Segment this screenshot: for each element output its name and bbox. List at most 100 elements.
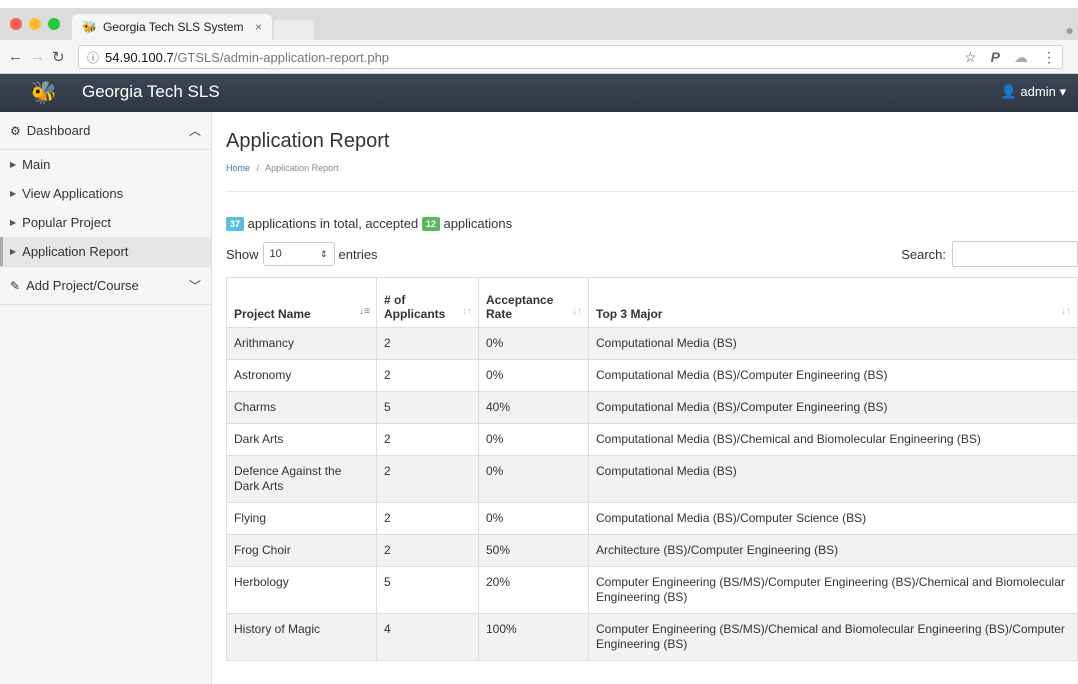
table-row: Charms 5 40% Computational Media (BS)/Co… <box>226 391 1078 424</box>
divider <box>226 191 1076 192</box>
cloud-extension-icon[interactable]: ☁ <box>1014 49 1028 66</box>
cell-project-name: Charms <box>226 391 377 424</box>
tab-title: Georgia Tech SLS System <box>102 20 244 34</box>
table-row: Dark Arts 2 0% Computational Media (BS)/… <box>226 423 1078 456</box>
back-arrow-icon[interactable]: ← <box>8 48 23 65</box>
entries-select[interactable]: 10 ⇕ <box>262 242 335 266</box>
forward-arrow-icon[interactable]: → <box>30 48 45 65</box>
brand-title[interactable]: Georgia Tech SLS <box>82 82 220 102</box>
caret-right-icon: ▶ <box>10 189 17 198</box>
menu-dots-icon[interactable]: ⋮ <box>1042 49 1056 66</box>
cell-applicants: 2 <box>376 423 479 456</box>
caret-right-icon: ▶ <box>10 247 17 256</box>
sidebar-add-project[interactable]: ✎ Add Project/Course ﹀ <box>0 267 211 305</box>
sidebar-add-project-label: Add Project/Course <box>26 278 139 293</box>
bee-favicon-icon: 🐝 <box>82 20 97 34</box>
table-row: Arithmancy 2 0% Computational Media (BS) <box>226 327 1078 360</box>
cell-project-name: Herbology <box>226 566 377 614</box>
profile-icon[interactable]: ● <box>1066 22 1074 38</box>
cell-applicants: 2 <box>376 455 479 503</box>
cell-top-major: Computational Media (BS)/Chemical and Bi… <box>588 423 1078 456</box>
page-title: Application Report <box>226 130 390 152</box>
breadcrumb-home-link[interactable]: Home <box>226 163 250 173</box>
table-row: Flying 2 0% Computational Media (BS)/Com… <box>226 502 1078 535</box>
sidebar-item-label: Main <box>22 157 51 172</box>
cell-project-name: Frog Choir <box>226 534 377 567</box>
caret-right-icon: ▶ <box>10 218 17 227</box>
caret-right-icon: ▶ <box>10 160 17 169</box>
column-header-project-name[interactable]: Project Name ↓≡ <box>226 277 377 328</box>
cell-acceptance-rate: 50% <box>478 534 589 567</box>
table-body: Arithmancy 2 0% Computational Media (BS)… <box>226 327 1078 661</box>
table-row: Frog Choir 2 50% Architecture (BS)/Compu… <box>226 534 1078 567</box>
sidebar-item-application-report[interactable]: ▶ Application Report <box>0 237 211 266</box>
cell-acceptance-rate: 100% <box>478 613 589 661</box>
close-window-button[interactable] <box>10 18 22 30</box>
sidebar-dashboard[interactable]: ⚙ Dashboard ︿ <box>0 112 211 150</box>
show-label: Show <box>226 246 259 262</box>
cell-acceptance-rate: 0% <box>478 327 589 360</box>
cell-top-major: Computational Media (BS) <box>588 327 1078 360</box>
sort-icon: ↓↑ <box>462 306 472 317</box>
column-header-acceptance-rate[interactable]: Acceptance Rate ↓↑ <box>478 277 589 328</box>
cell-top-major: Computer Engineering (BS/MS)/Computer En… <box>588 566 1078 614</box>
yellow-jacket-logo-icon[interactable]: 🐝 <box>30 80 57 106</box>
user-icon: 👤 <box>1000 84 1017 99</box>
total-count-badge: 37 <box>226 217 245 231</box>
cell-acceptance-rate: 0% <box>478 423 589 456</box>
cell-project-name: History of Magic <box>226 613 377 661</box>
cell-applicants: 4 <box>376 613 479 661</box>
table-row: Herbology 5 20% Computer Engineering (BS… <box>226 566 1078 614</box>
chevron-down-icon: ﹀ <box>188 279 201 293</box>
table-row: Astronomy 2 0% Computational Media (BS)/… <box>226 359 1078 392</box>
app-navbar: 🐝 Georgia Tech SLS 👤 admin ▾ <box>0 74 1078 112</box>
application-summary: 37 applications in total, accepted 12 ap… <box>226 216 1078 231</box>
browser-tab[interactable]: 🐝 Georgia Tech SLS System × <box>72 14 272 40</box>
sidebar: ⚙ Dashboard ︿ ▶ Main ▶ View Applications… <box>0 112 212 684</box>
column-header-applicants[interactable]: # of Applicants ↓↑ <box>376 277 479 328</box>
cell-acceptance-rate: 40% <box>478 391 589 424</box>
table-controls: Show 10 ⇕ entries Search: <box>226 241 1078 267</box>
breadcrumb: Home / Application Report <box>226 163 1078 173</box>
summary-text: applications in total, accepted <box>247 216 419 231</box>
user-name: admin <box>1020 84 1056 99</box>
search-label: Search: <box>901 246 946 262</box>
entries-label: entries <box>338 246 378 262</box>
url-host: 54.90.100.7 <box>105 49 174 65</box>
maximize-window-button[interactable] <box>48 18 60 30</box>
entries-value: 10 <box>269 248 282 260</box>
tab-close-icon[interactable]: × <box>255 20 262 34</box>
cell-applicants: 2 <box>376 327 479 360</box>
url-input[interactable]: ⓘ 54.90.100.7/GTSLS/admin-application-re… <box>78 45 1063 69</box>
summary-text-end: applications <box>443 216 513 231</box>
sidebar-item-label: Popular Project <box>22 215 112 230</box>
page-header-strip <box>0 0 1078 8</box>
reload-icon[interactable]: ↻ <box>52 48 65 66</box>
cell-top-major: Computational Media (BS)/Computer Scienc… <box>588 502 1078 535</box>
sidebar-item-main[interactable]: ▶ Main <box>0 150 211 179</box>
cell-acceptance-rate: 20% <box>478 566 589 614</box>
sort-icon: ↓↑ <box>1061 306 1071 317</box>
accepted-count-badge: 12 <box>421 217 440 231</box>
bookmark-star-icon[interactable]: ☆ <box>964 49 977 66</box>
cell-project-name: Dark Arts <box>226 423 377 456</box>
url-path: /GTSLS/admin-application-report.php <box>173 49 390 65</box>
cell-applicants: 5 <box>376 566 479 614</box>
cell-project-name: Arithmancy <box>226 327 377 360</box>
cell-top-major: Computational Media (BS)/Computer Engine… <box>588 359 1078 392</box>
column-header-top-3-major[interactable]: Top 3 Major ↓↑ <box>588 277 1078 328</box>
sidebar-item-popular-project[interactable]: ▶ Popular Project <box>0 208 211 237</box>
cell-top-major: Computer Engineering (BS/MS)/Chemical an… <box>588 613 1078 661</box>
pinterest-extension-icon[interactable]: P <box>991 49 1000 66</box>
info-icon[interactable]: ⓘ <box>87 49 99 66</box>
minimize-window-button[interactable] <box>29 18 41 30</box>
user-menu[interactable]: 👤 admin ▾ <box>1001 84 1066 100</box>
cell-acceptance-rate: 0% <box>478 455 589 503</box>
search-input[interactable] <box>952 241 1078 267</box>
cell-top-major: Computational Media (BS) <box>588 455 1078 503</box>
new-tab-button[interactable] <box>274 20 314 40</box>
main-content: Application Report Home / Application Re… <box>226 112 1078 684</box>
sidebar-item-view-applications[interactable]: ▶ View Applications <box>0 179 211 208</box>
wrench-icon: ✎ <box>10 278 21 293</box>
cell-project-name: Flying <box>226 502 377 535</box>
